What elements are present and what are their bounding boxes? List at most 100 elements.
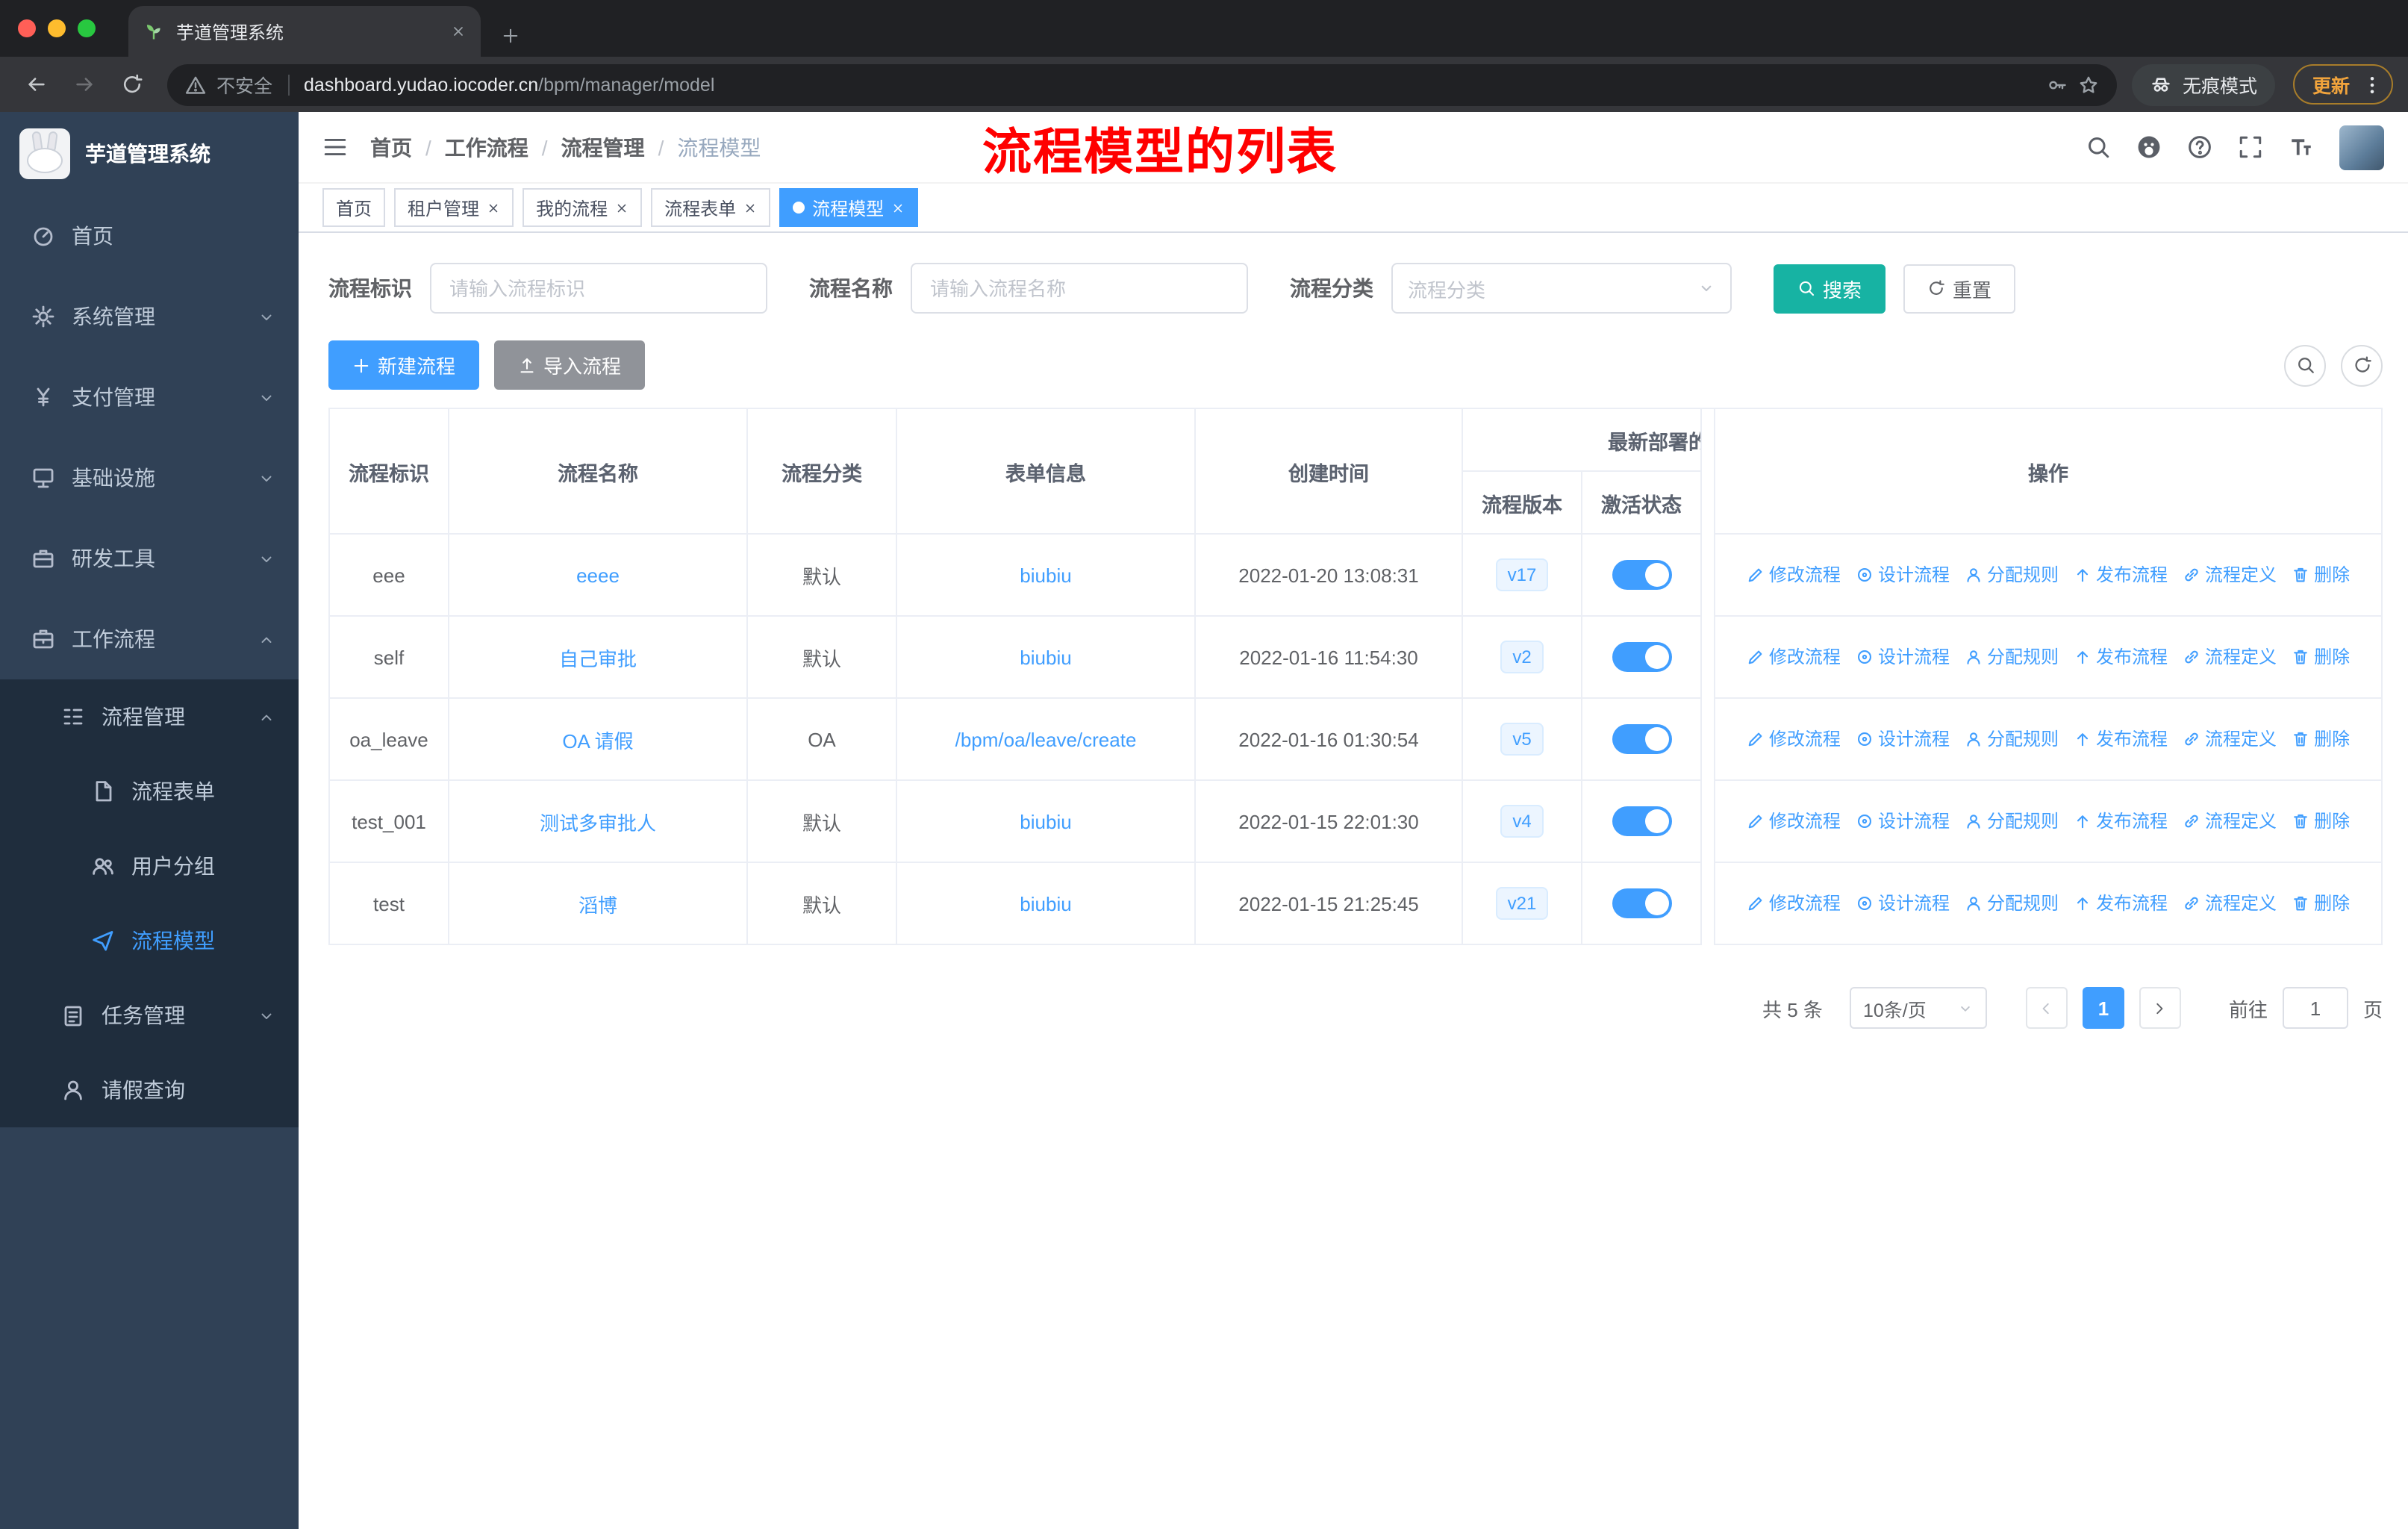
action-assign[interactable]: 分配规则 bbox=[1965, 644, 2059, 670]
sidebar-item-dev-tools[interactable]: 研发工具 bbox=[0, 518, 299, 599]
import-process-button[interactable]: 导入流程 bbox=[494, 340, 646, 390]
close-window-button[interactable] bbox=[18, 19, 36, 37]
sidebar-item-user-group[interactable]: 用户分组 bbox=[0, 829, 299, 903]
action-modify[interactable]: 修改流程 bbox=[1747, 891, 1841, 916]
action-modify[interactable]: 修改流程 bbox=[1747, 644, 1841, 670]
tag-process-model[interactable]: 流程模型 bbox=[779, 188, 919, 227]
search-button[interactable]: 搜索 bbox=[1774, 264, 1886, 313]
action-definition[interactable]: 流程定义 bbox=[2183, 726, 2277, 752]
breadcrumb-item-home[interactable]: 首页 bbox=[370, 132, 412, 162]
sidebar-item-task-mgmt[interactable]: 任务管理 bbox=[0, 978, 299, 1053]
form-link[interactable]: /bpm/oa/leave/create bbox=[955, 728, 1137, 750]
action-design[interactable]: 设计流程 bbox=[1856, 726, 1950, 752]
reload-icon[interactable] bbox=[110, 63, 152, 105]
reset-button[interactable]: 重置 bbox=[1903, 264, 2016, 313]
next-page-button[interactable] bbox=[2139, 987, 2181, 1029]
action-publish[interactable]: 发布流程 bbox=[2074, 891, 2168, 916]
breadcrumb-item-process-mgmt[interactable]: 流程管理 bbox=[561, 132, 645, 162]
search-icon[interactable] bbox=[2086, 134, 2111, 160]
action-publish[interactable]: 发布流程 bbox=[2074, 726, 2168, 752]
sidebar-item-home[interactable]: 首页 bbox=[0, 196, 299, 276]
browser-menu-dots-icon[interactable] bbox=[2362, 74, 2383, 95]
process-name-link[interactable]: 自己审批 bbox=[559, 647, 637, 670]
sidebar-toggle-icon[interactable] bbox=[322, 134, 348, 160]
tag-my-process[interactable]: 我的流程 bbox=[523, 188, 643, 227]
action-design[interactable]: 设计流程 bbox=[1856, 891, 1950, 916]
action-definition[interactable]: 流程定义 bbox=[2183, 809, 2277, 834]
user-avatar[interactable] bbox=[2339, 125, 2384, 169]
action-publish[interactable]: 发布流程 bbox=[2074, 809, 2168, 834]
tag-close-icon[interactable] bbox=[615, 201, 628, 214]
action-delete[interactable]: 删除 bbox=[2292, 726, 2350, 752]
breadcrumb-item-workflow[interactable]: 工作流程 bbox=[445, 132, 528, 162]
action-assign[interactable]: 分配规则 bbox=[1965, 562, 2059, 588]
process-id-input[interactable] bbox=[430, 263, 767, 314]
create-process-button[interactable]: 新建流程 bbox=[328, 340, 480, 390]
process-name-link[interactable]: 滔博 bbox=[578, 894, 617, 916]
action-definition[interactable]: 流程定义 bbox=[2183, 644, 2277, 670]
prev-page-button[interactable] bbox=[2025, 987, 2068, 1029]
action-modify[interactable]: 修改流程 bbox=[1747, 562, 1841, 588]
browser-tab[interactable]: 芋道管理系统 bbox=[128, 6, 481, 57]
action-design[interactable]: 设计流程 bbox=[1856, 644, 1950, 670]
action-delete[interactable]: 删除 bbox=[2292, 562, 2350, 588]
sidebar-item-infrastructure[interactable]: 基础设施 bbox=[0, 437, 299, 518]
address-bar[interactable]: 不安全 dashboard.yudao.iocoder.cn/bpm/manag… bbox=[167, 63, 2117, 105]
action-publish[interactable]: 发布流程 bbox=[2074, 562, 2168, 588]
tab-close-icon[interactable] bbox=[451, 24, 466, 39]
action-assign[interactable]: 分配规则 bbox=[1965, 809, 2059, 834]
active-toggle[interactable] bbox=[1612, 888, 1671, 918]
key-icon[interactable] bbox=[2047, 74, 2068, 95]
minimize-window-button[interactable] bbox=[48, 19, 66, 37]
action-definition[interactable]: 流程定义 bbox=[2183, 891, 2277, 916]
action-modify[interactable]: 修改流程 bbox=[1747, 809, 1841, 834]
active-toggle[interactable] bbox=[1612, 724, 1671, 754]
sidebar-item-process-model[interactable]: 流程模型 bbox=[0, 903, 299, 978]
process-name-link[interactable]: OA 请假 bbox=[562, 729, 633, 752]
tag-tenant-mgmt[interactable]: 租户管理 bbox=[394, 188, 514, 227]
form-link[interactable]: biubiu bbox=[1020, 564, 1071, 586]
action-delete[interactable]: 删除 bbox=[2292, 891, 2350, 916]
zoom-window-button[interactable] bbox=[78, 19, 96, 37]
process-name-link[interactable]: 测试多审批人 bbox=[540, 812, 656, 834]
process-name-input[interactable] bbox=[911, 263, 1248, 314]
fullscreen-icon[interactable] bbox=[2238, 134, 2263, 160]
tag-home[interactable]: 首页 bbox=[322, 188, 386, 227]
bookmark-star-icon[interactable] bbox=[2078, 74, 2099, 95]
toggle-search-button[interactable] bbox=[2284, 344, 2326, 386]
sidebar-item-workflow[interactable]: 工作流程 bbox=[0, 599, 299, 679]
form-link[interactable]: biubiu bbox=[1020, 646, 1071, 668]
sidebar-item-process-form[interactable]: 流程表单 bbox=[0, 754, 299, 829]
update-button[interactable]: 更新 bbox=[2292, 64, 2393, 105]
back-icon[interactable] bbox=[15, 63, 57, 105]
tag-close-icon[interactable] bbox=[487, 201, 500, 214]
form-link[interactable]: biubiu bbox=[1020, 892, 1071, 915]
action-design[interactable]: 设计流程 bbox=[1856, 562, 1950, 588]
action-delete[interactable]: 删除 bbox=[2292, 644, 2350, 670]
action-design[interactable]: 设计流程 bbox=[1856, 809, 1950, 834]
refresh-table-button[interactable] bbox=[2341, 344, 2383, 386]
tag-close-icon[interactable] bbox=[743, 201, 757, 214]
sidebar-item-leave-query[interactable]: 请假查询 bbox=[0, 1053, 299, 1127]
sidebar-item-payment[interactable]: 支付管理 bbox=[0, 357, 299, 437]
new-tab-button[interactable] bbox=[502, 27, 520, 45]
form-link[interactable]: biubiu bbox=[1020, 810, 1071, 832]
tag-process-form[interactable]: 流程表单 bbox=[651, 188, 771, 227]
action-delete[interactable]: 删除 bbox=[2292, 809, 2350, 834]
action-publish[interactable]: 发布流程 bbox=[2074, 644, 2168, 670]
process-name-link[interactable]: eeee bbox=[576, 564, 620, 586]
current-page-button[interactable]: 1 bbox=[2082, 987, 2124, 1029]
active-toggle[interactable] bbox=[1612, 806, 1671, 836]
page-size-select[interactable]: 10条/页 bbox=[1849, 987, 1987, 1029]
tag-close-icon[interactable] bbox=[891, 201, 905, 214]
goto-page-input[interactable] bbox=[2282, 987, 2348, 1029]
action-definition[interactable]: 流程定义 bbox=[2183, 562, 2277, 588]
help-icon[interactable] bbox=[2187, 134, 2212, 160]
action-assign[interactable]: 分配规则 bbox=[1965, 726, 2059, 752]
active-toggle[interactable] bbox=[1612, 642, 1671, 672]
category-select[interactable]: 流程分类 bbox=[1391, 263, 1732, 314]
action-modify[interactable]: 修改流程 bbox=[1747, 726, 1841, 752]
font-size-icon[interactable] bbox=[2289, 134, 2314, 160]
active-toggle[interactable] bbox=[1612, 560, 1671, 590]
forward-icon[interactable] bbox=[63, 63, 105, 105]
